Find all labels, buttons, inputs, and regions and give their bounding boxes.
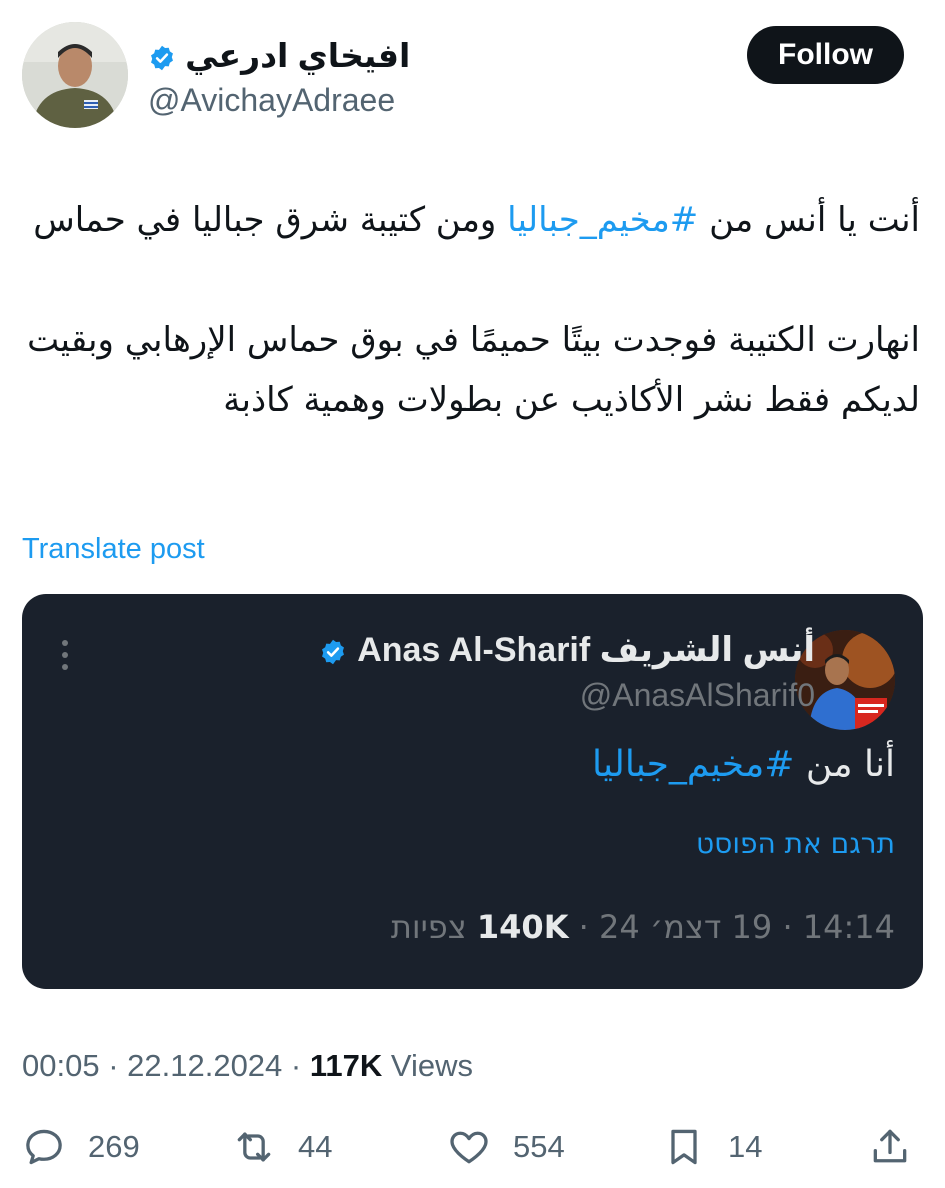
author-name[interactable]: افيخاي ادرعي <box>148 36 410 75</box>
quoted-translate-link[interactable]: תרגם את הפוסט <box>696 827 895 860</box>
views-label: Views <box>390 1048 474 1083</box>
tweet-text-part1: أنت يا أنس من <box>698 200 920 240</box>
reply-button[interactable]: 269 <box>22 1122 140 1172</box>
tweet-meta: 00:05 · 22.12.2024 · 117K Views <box>22 1048 474 1083</box>
bookmark-icon <box>671 1129 697 1165</box>
tweet-time[interactable]: 00:05 <box>22 1048 100 1083</box>
quoted-hashtag-link[interactable]: #مخيم_جباليا <box>592 744 794 785</box>
repost-count: 44 <box>298 1129 333 1164</box>
quoted-author-name-text[interactable]: Anas Al-Sharif أنس الشريف <box>357 631 815 669</box>
more-options-icon[interactable] <box>62 640 74 676</box>
verified-badge-icon <box>151 46 173 71</box>
bookmark-count: 14 <box>728 1129 763 1164</box>
quoted-tweet-text: أنا من #مخيم_جباليا <box>592 744 895 785</box>
tweet-date[interactable]: 22.12.2024 <box>127 1048 282 1083</box>
quoted-meta: 14:14 · 19 דצמ׳ 24 · 140K צפיות <box>390 908 895 946</box>
quoted-author-name[interactable]: Anas Al-Sharif أنس الشريف <box>319 630 815 670</box>
like-button[interactable]: 554 <box>447 1122 565 1172</box>
views-count: 117K <box>309 1048 383 1083</box>
heart-icon <box>450 1131 488 1164</box>
reply-icon <box>26 1129 62 1165</box>
repost-button[interactable]: 44 <box>232 1122 332 1172</box>
author-avatar[interactable] <box>22 22 128 128</box>
share-icon <box>873 1129 907 1163</box>
quoted-views-label: צפיות <box>390 908 467 946</box>
tweet-hashtag-link[interactable]: #مخيم_جباليا <box>507 200 698 240</box>
quoted-text-prefix: أنا من <box>794 744 895 785</box>
author-name-text[interactable]: افيخاي ادرعي <box>185 37 410 74</box>
quoted-date[interactable]: 19 דצמ׳ 24 <box>599 908 772 946</box>
author-handle[interactable]: @AvichayAdraee <box>148 82 395 119</box>
translate-post-link[interactable]: Translate post <box>22 533 205 566</box>
quoted-time[interactable]: 14:14 <box>803 908 895 946</box>
like-count: 554 <box>513 1129 565 1164</box>
quoted-verified-badge-icon <box>322 639 345 665</box>
bookmark-button[interactable]: 14 <box>662 1122 762 1172</box>
tweet-text: أنت يا أنس من #مخيم_جباليا ومن كتيبة شرق… <box>22 190 920 430</box>
tweet-text-part2: ومن كتيبة شرق جباليا في حماس <box>33 200 508 240</box>
repost-icon <box>237 1132 271 1162</box>
follow-button[interactable]: Follow <box>747 26 904 84</box>
quoted-views-count: 140K <box>476 908 569 946</box>
share-button[interactable] <box>868 1122 912 1172</box>
quoted-author-handle[interactable]: @AnasAlSharif0 <box>580 677 815 714</box>
tweet-paragraph-2: انهارت الكتيبة فوجدت بيتًا حميمًا في بوق… <box>16 320 920 420</box>
reply-count: 269 <box>88 1129 140 1164</box>
